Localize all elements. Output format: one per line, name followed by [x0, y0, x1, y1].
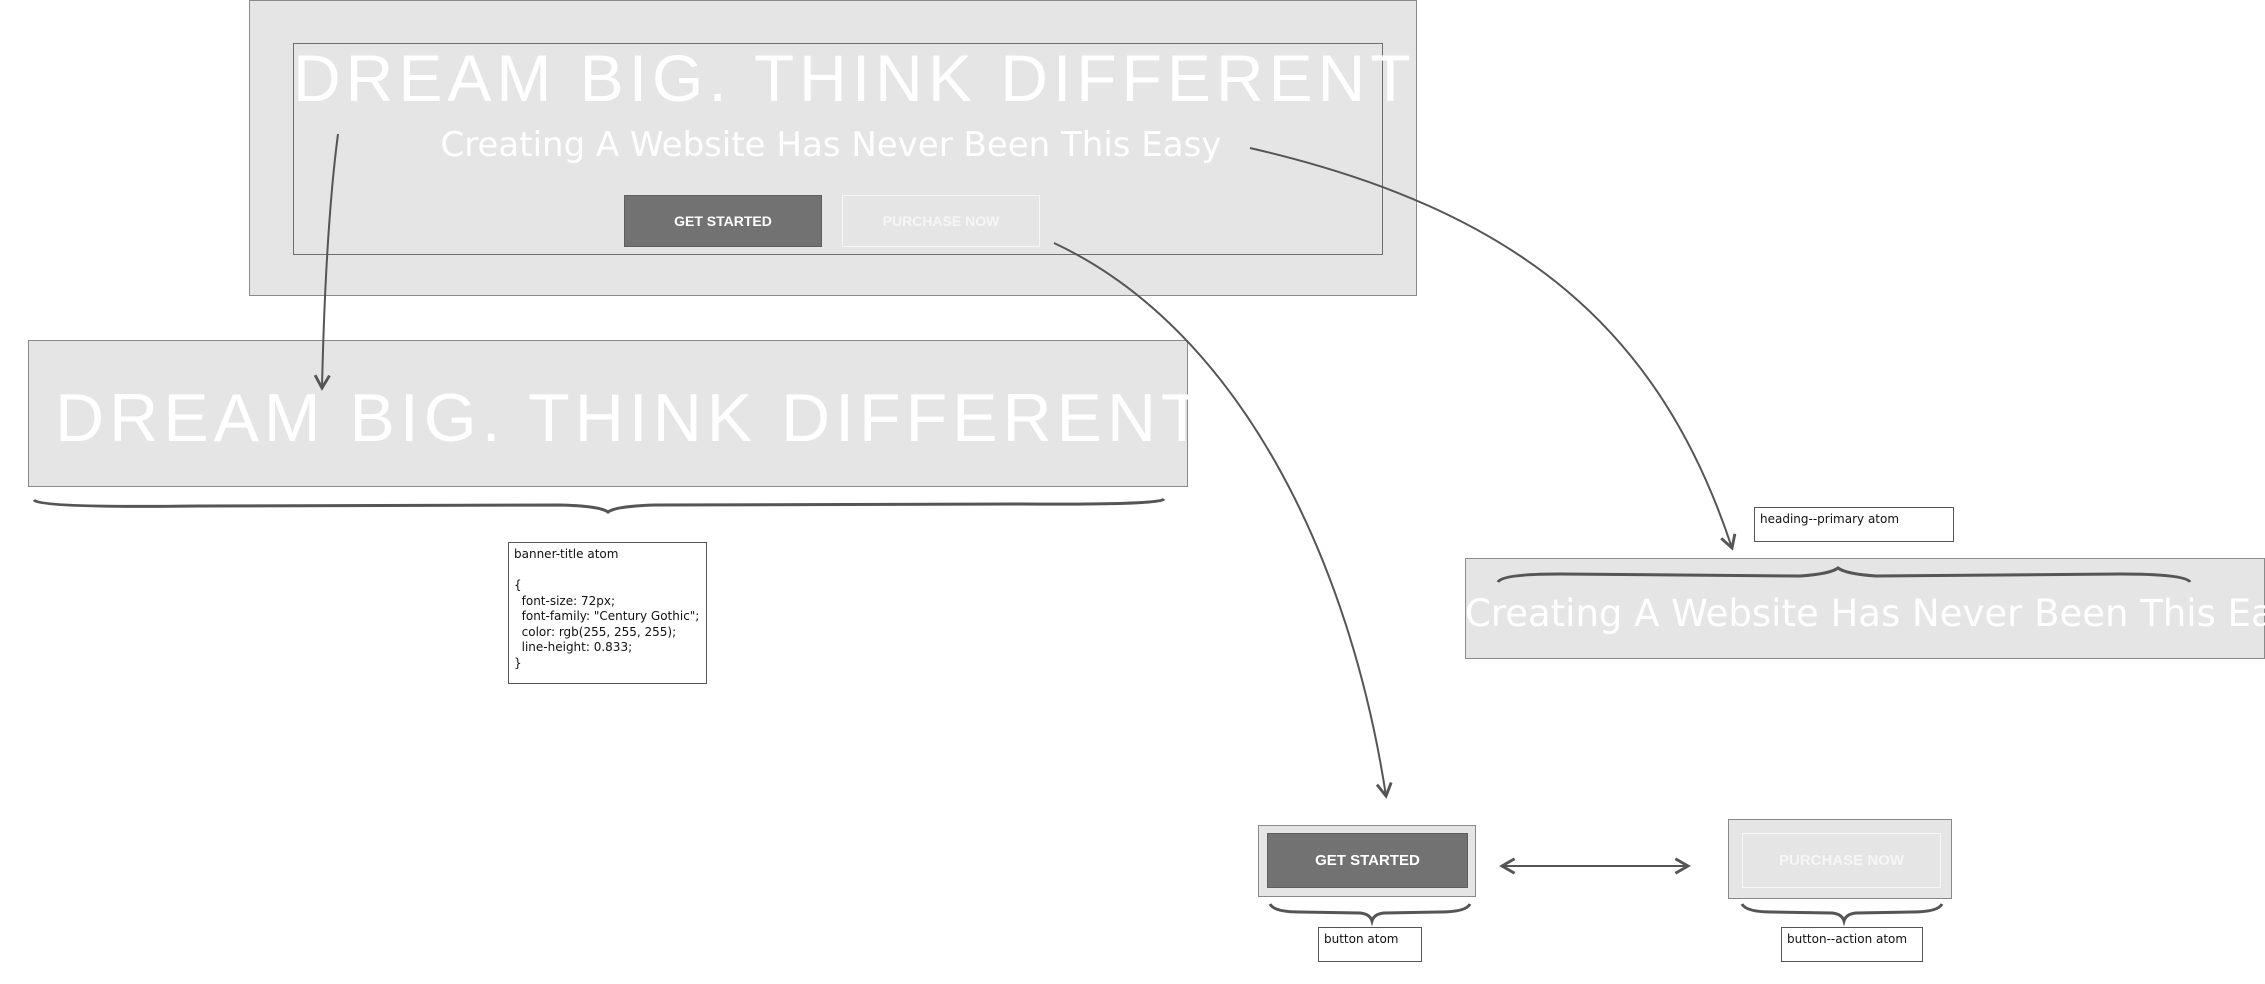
hero-title: DREAM BIG. THINK DIFFERENT — [293, 41, 1416, 115]
connector-buttons-to-button-atom — [1053, 242, 1393, 799]
button-action-atom-purchase-now-button[interactable]: PURCHASE NOW — [1742, 833, 1941, 888]
button-action-atom-note: button--action atom — [1781, 927, 1923, 962]
brace-button-action-atom — [1740, 903, 1944, 927]
button-atom-note: button atom — [1318, 927, 1422, 962]
banner-title-atom-note: banner-title atom { font-size: 72px; fon… — [508, 542, 707, 684]
hero-subtitle: Creating A Website Has Never Been This E… — [440, 125, 1222, 165]
brace-banner-title-atom — [32, 497, 1166, 514]
heading-primary-atom-text: Creating A Website Has Never Been This E… — [1465, 592, 2265, 635]
hero-purchase-now-button[interactable]: PURCHASE NOW — [842, 195, 1040, 247]
hero-get-started-button[interactable]: GET STARTED — [624, 195, 822, 247]
banner-title-atom-text: DREAM BIG. THINK DIFFERENT — [55, 380, 1208, 456]
brace-button-atom — [1268, 903, 1472, 927]
heading-primary-atom-note: heading--primary atom — [1754, 507, 1954, 542]
button-atom-get-started-button[interactable]: GET STARTED — [1267, 833, 1468, 888]
